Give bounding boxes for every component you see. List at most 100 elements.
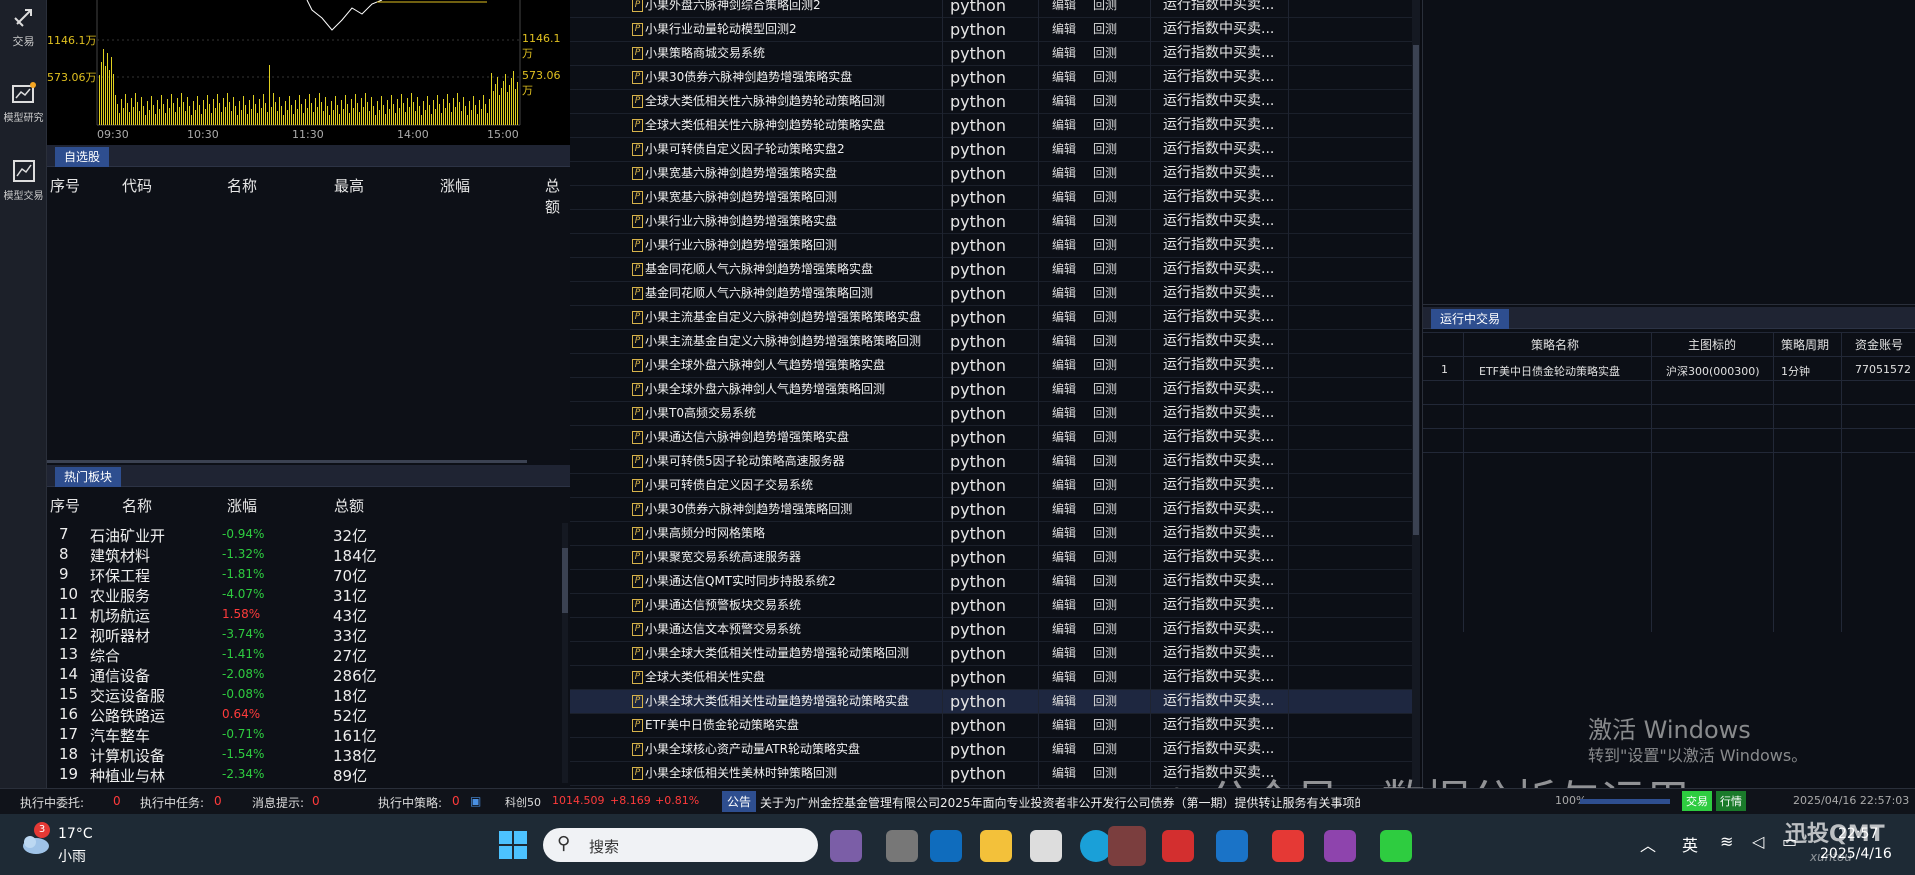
tray-chevron-icon[interactable]: ︿ — [1640, 832, 1656, 856]
strategy-edit-button[interactable]: 编辑 — [1052, 0, 1076, 17]
strategy-backtest-button[interactable]: 回测 — [1093, 306, 1117, 329]
quote-mode-button[interactable]: 行情 — [1716, 791, 1746, 811]
watchlist-col-name[interactable]: 名称 — [227, 175, 257, 196]
zoom-slider[interactable] — [1580, 799, 1670, 804]
strategy-edit-button[interactable]: 编辑 — [1052, 594, 1076, 617]
strategy-backtest-button[interactable]: 回测 — [1093, 354, 1117, 377]
watchlist-col-amount[interactable]: 总额 — [545, 175, 570, 217]
strategy-edit-button[interactable]: 编辑 — [1052, 570, 1076, 593]
wechat-taskbar-icon[interactable] — [1108, 826, 1146, 866]
strategy-backtest-button[interactable]: 回测 — [1093, 498, 1117, 521]
strategy-backtest-button[interactable]: 回测 — [1093, 714, 1117, 737]
strategy-backtest-button[interactable]: 回测 — [1093, 618, 1117, 641]
strategy-backtest-button[interactable]: 回测 — [1093, 450, 1117, 473]
start-button[interactable] — [498, 830, 528, 860]
strategy-backtest-button[interactable]: 回测 — [1093, 762, 1117, 785]
strategy-backtest-button[interactable]: 回测 — [1093, 162, 1117, 185]
strategy-edit-button[interactable]: 编辑 — [1052, 258, 1076, 281]
strategy-backtest-button[interactable]: 回测 — [1093, 42, 1117, 65]
strategy-backtest-button[interactable]: 回测 — [1093, 258, 1117, 281]
strategy-backtest-button[interactable]: 回测 — [1093, 570, 1117, 593]
strategy-edit-button[interactable]: 编辑 — [1052, 474, 1076, 497]
strategy-edit-button[interactable]: 编辑 — [1052, 162, 1076, 185]
running-col-name[interactable]: 策略名称 — [1531, 336, 1579, 353]
strategy-edit-button[interactable]: 编辑 — [1052, 498, 1076, 521]
hot-sector-row[interactable]: 16 公路铁路运 0.64% 52亿 — [47, 705, 567, 725]
hot-sector-row[interactable]: 17 汽车整车 -0.71% 161亿 — [47, 725, 567, 745]
strategy-edit-button[interactable]: 编辑 — [1052, 522, 1076, 545]
strategy-backtest-button[interactable]: 回测 — [1093, 66, 1117, 89]
hot-col-amount[interactable]: 总额 — [334, 495, 364, 516]
strategy-backtest-button[interactable]: 回测 — [1093, 402, 1117, 425]
strategy-backtest-button[interactable]: 回测 — [1093, 426, 1117, 449]
strategy-edit-button[interactable]: 编辑 — [1052, 402, 1076, 425]
hot-sector-row[interactable]: 18 计算机设备 -1.54% 138亿 — [47, 745, 567, 765]
hot-sector-row[interactable]: 19 种植业与林 -2.34% 89亿 — [47, 765, 567, 785]
strategy-edit-button[interactable]: 编辑 — [1052, 330, 1076, 353]
hot-sector-row[interactable]: 12 视听器材 -3.74% 33亿 — [47, 625, 567, 645]
hot-sector-row[interactable]: 11 机场航运 1.58% 43亿 — [47, 605, 567, 625]
hot-sector-row[interactable]: 13 综合 -1.41% 27亿 — [47, 645, 567, 665]
strategy-backtest-button[interactable]: 回测 — [1093, 18, 1117, 41]
app-icon-purple[interactable] — [1324, 830, 1356, 862]
strategy-edit-button[interactable]: 编辑 — [1052, 546, 1076, 569]
strategy-backtest-button[interactable]: 回测 — [1093, 282, 1117, 305]
trade-mode-button[interactable]: 交易 — [1682, 791, 1712, 811]
store-icon[interactable] — [1030, 830, 1062, 862]
file-explorer-icon[interactable] — [980, 830, 1012, 862]
strategy-backtest-button[interactable]: 回测 — [1093, 114, 1117, 137]
hot-sector-row[interactable]: 8 建筑材料 -1.32% 184亿 — [47, 545, 567, 565]
strategy-vscroll-thumb[interactable] — [1413, 45, 1419, 535]
strategy-backtest-button[interactable]: 回测 — [1093, 690, 1117, 713]
hot-col-name[interactable]: 名称 — [122, 495, 152, 516]
strategy-backtest-button[interactable]: 回测 — [1093, 378, 1117, 401]
strategy-edit-button[interactable]: 编辑 — [1052, 618, 1076, 641]
strategy-backtest-button[interactable]: 回测 — [1093, 522, 1117, 545]
strategy-edit-button[interactable]: 编辑 — [1052, 186, 1076, 209]
strategy-edit-button[interactable]: 编辑 — [1052, 210, 1076, 233]
strategy-edit-button[interactable]: 编辑 — [1052, 738, 1076, 761]
strategy-edit-button[interactable]: 编辑 — [1052, 666, 1076, 689]
watchlist-col-no[interactable]: 序号 — [50, 175, 80, 196]
strategy-backtest-button[interactable]: 回测 — [1093, 594, 1117, 617]
strategy-edit-button[interactable]: 编辑 — [1052, 450, 1076, 473]
sidebar-item-model-trade[interactable]: 模型交易 — [0, 158, 47, 202]
strategy-backtest-button[interactable]: 回测 — [1093, 90, 1117, 113]
task-view-icon[interactable] — [886, 830, 918, 862]
watchlist-col-chg[interactable]: 涨幅 — [440, 175, 470, 196]
input-lang[interactable]: 英 — [1682, 832, 1698, 856]
strategy-backtest-button[interactable]: 回测 — [1093, 642, 1117, 665]
strategy-backtest-button[interactable]: 回测 — [1093, 666, 1117, 689]
hot-col-no[interactable]: 序号 — [50, 495, 80, 516]
strategy-edit-button[interactable]: 编辑 — [1052, 282, 1076, 305]
qmt-icon[interactable] — [1216, 830, 1248, 862]
strategy-edit-button[interactable]: 编辑 — [1052, 378, 1076, 401]
watchlist-col-high[interactable]: 最高 — [334, 175, 364, 196]
strategy-backtest-button[interactable]: 回测 — [1093, 234, 1117, 257]
running-col-target[interactable]: 主图标的 — [1688, 336, 1736, 353]
app-icon-red[interactable] — [1272, 830, 1304, 862]
tab-watchlist[interactable]: 自选股 — [55, 147, 110, 167]
volume-icon[interactable]: ◁ — [1752, 832, 1764, 851]
strategy-edit-button[interactable]: 编辑 — [1052, 642, 1076, 665]
strategy-edit-button[interactable]: 编辑 — [1052, 114, 1076, 137]
strategy-backtest-button[interactable]: 回测 — [1093, 474, 1117, 497]
sidebar-item-model-research[interactable]: 模型研究 — [0, 80, 47, 124]
watchlist-col-code[interactable]: 代码 — [122, 175, 152, 196]
strategy-edit-button[interactable]: 编辑 — [1052, 66, 1076, 89]
strategy-edit-button[interactable]: 编辑 — [1052, 234, 1076, 257]
running-col-account[interactable]: 资金账号 — [1855, 336, 1903, 353]
strategy-edit-button[interactable]: 编辑 — [1052, 354, 1076, 377]
strategy-backtest-button[interactable]: 回测 — [1093, 210, 1117, 233]
strategy-edit-button[interactable]: 编辑 — [1052, 138, 1076, 161]
notice-tag[interactable]: 公告 — [722, 791, 757, 812]
strategy-edit-button[interactable]: 编辑 — [1052, 42, 1076, 65]
wifi-icon[interactable]: ≋ — [1720, 832, 1733, 851]
hot-sector-row[interactable]: 9 环保工程 -1.81% 70亿 — [47, 565, 567, 585]
strategy-backtest-button[interactable]: 回测 — [1093, 546, 1117, 569]
sidebar-item-trade[interactable]: 交易 — [0, 4, 47, 49]
app-icon-green[interactable] — [1380, 830, 1412, 862]
tab-hot-sectors[interactable]: 热门板块 — [55, 467, 122, 487]
hot-sector-row[interactable]: 7 石油矿业开 -0.94% 32亿 — [47, 525, 567, 545]
running-col-period[interactable]: 策略周期 — [1781, 336, 1829, 353]
